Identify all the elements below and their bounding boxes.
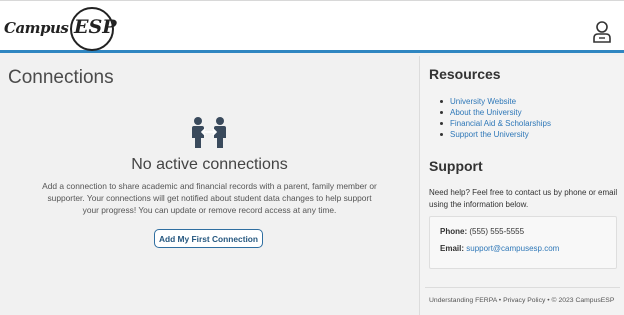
phone-value: (555) 555-5555 (469, 227, 525, 236)
phone-label: Phone: (440, 227, 468, 236)
footer: Understanding FERPA • Privacy Policy • ©… (429, 297, 614, 304)
support-heading: Support (429, 158, 483, 174)
resource-item: Support the University (440, 129, 551, 140)
bullet-icon (440, 122, 443, 125)
add-first-connection-button[interactable]: Add My First Connection (154, 229, 263, 248)
support-email-link[interactable]: support@campusesp.com (466, 244, 559, 253)
email-line: Email: support@campusesp.com (440, 244, 559, 253)
logo-esp: ESP (74, 16, 117, 38)
footer-divider (425, 287, 620, 288)
user-icon (593, 21, 611, 43)
phone-line: Phone: (555) 555-5555 (440, 227, 524, 236)
ferpa-link[interactable]: Understanding FERPA (429, 297, 497, 304)
email-label: Email: (440, 244, 465, 253)
bullet-icon (440, 100, 443, 103)
footer-separator: • (547, 297, 550, 304)
resource-link-about-university[interactable]: About the University (450, 108, 522, 117)
bullet-icon (440, 133, 443, 136)
user-profile-button[interactable] (592, 20, 612, 44)
resource-link-university-website[interactable]: University Website (450, 97, 516, 106)
privacy-policy-link[interactable]: Privacy Policy (503, 297, 545, 304)
footer-separator: • (498, 297, 502, 304)
support-description: Need help? Feel free to contact us by ph… (429, 188, 618, 209)
resource-link-financial-aid[interactable]: Financial Aid & Scholarships (450, 119, 551, 128)
bullet-icon (440, 111, 443, 114)
resource-item: University Website (440, 96, 551, 107)
empty-state-title: No active connections (131, 156, 288, 173)
resource-item: Financial Aid & Scholarships (440, 118, 551, 129)
contact-info-box: Phone: (555) 555-5555 Email: support@cam… (429, 216, 617, 269)
copyright-text: © 2023 CampusESP (551, 297, 615, 304)
sidebar: Resources University Website About the U… (419, 56, 624, 315)
connections-icon (190, 116, 228, 148)
campusesp-logo[interactable]: Campus ESP (4, 5, 117, 51)
resources-list: University Website About the University … (440, 96, 551, 140)
resources-heading: Resources (429, 66, 501, 82)
resource-link-support-university[interactable]: Support the University (450, 130, 529, 139)
top-header: Campus ESP (0, 0, 624, 53)
resource-item: About the University (440, 107, 551, 118)
connections-main: Connections No active connections Add a … (0, 56, 419, 315)
logo-text: Campus (4, 19, 69, 37)
page-title: Connections (8, 67, 114, 88)
empty-state-description: Add a connection to share academic and f… (42, 181, 377, 215)
